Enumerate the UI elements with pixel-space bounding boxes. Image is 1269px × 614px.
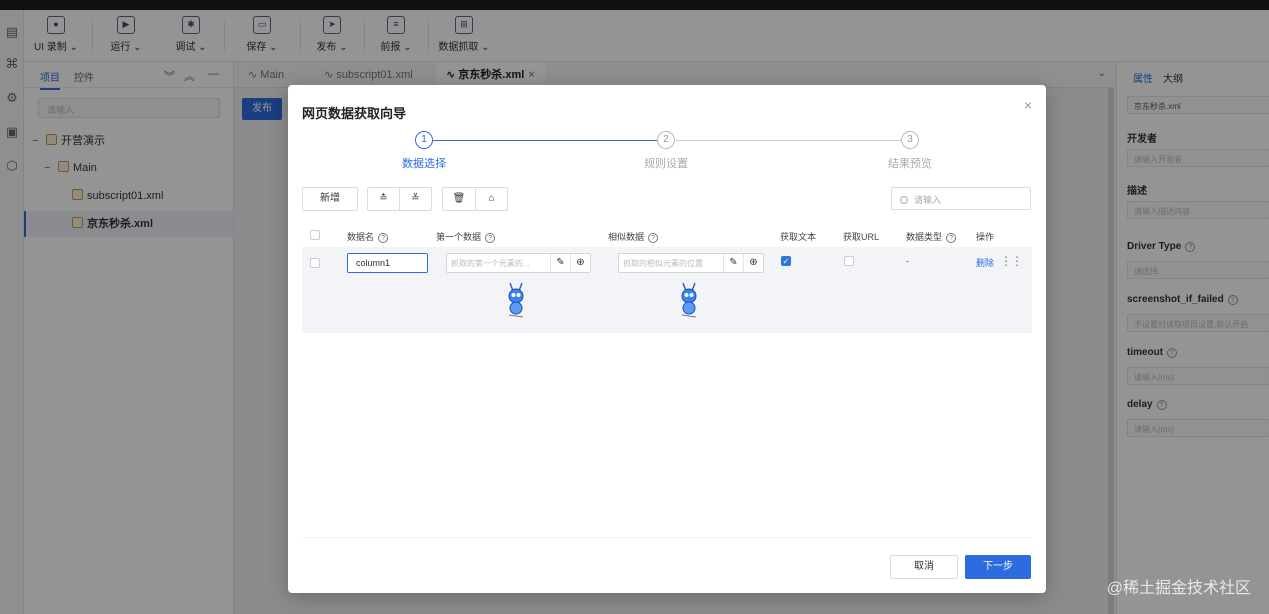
- help-icon: ?: [485, 233, 496, 243]
- help-icon: ?: [946, 233, 957, 243]
- data-name-input[interactable]: column1: [347, 253, 428, 273]
- delete-row-link[interactable]: 删除: [976, 256, 994, 269]
- step-connector: [676, 140, 902, 141]
- help-icon: ?: [378, 233, 389, 243]
- column-header-actions: 操作: [976, 232, 995, 242]
- help-icon: ?: [648, 233, 659, 243]
- step-rule-settings: 2 规则设置: [630, 131, 702, 171]
- next-step-button[interactable]: 下一步: [965, 555, 1031, 579]
- grid-header: 数据名? 第一个数据? 相似数据? 获取文本 获取URL 数据类型? 操作: [302, 225, 1032, 247]
- ant-robot-icon: [681, 282, 697, 318]
- row-checkbox[interactable]: [310, 258, 320, 268]
- get-text-checkbox[interactable]: ✓: [781, 256, 791, 266]
- column-header-get-text: 获取文本: [780, 232, 817, 242]
- dialog-search-input[interactable]: 请输入: [891, 187, 1031, 210]
- column-header-first-data: 第一个数据?: [436, 230, 496, 243]
- data-scrape-wizard-dialog: 网页数据获取向导 × 1 数据选择 2 规则设置 3 结果预览 新增 ≛ ≚ 🗑…: [288, 85, 1046, 593]
- similar-data-selector[interactable]: 抓取的相似元素的位置 ✎ ⊕: [618, 253, 764, 273]
- step-connector: [433, 140, 658, 141]
- target-picker-icon[interactable]: ⊕: [743, 254, 763, 272]
- first-data-selector[interactable]: 抓取的第一个元素的... ✎ ⊕: [446, 253, 591, 273]
- clear-icon[interactable]: ⌂: [475, 187, 508, 211]
- move-down-icon[interactable]: ≚: [399, 187, 432, 211]
- delete-icon[interactable]: 🗑: [442, 187, 475, 211]
- column-header-name: 数据名?: [347, 230, 389, 243]
- search-icon: [900, 196, 908, 204]
- footer-divider: [302, 537, 1032, 538]
- cancel-button[interactable]: 取消: [890, 555, 958, 579]
- move-up-icon[interactable]: ≛: [367, 187, 399, 211]
- watermark: @稀土掘金技术社区: [1106, 580, 1251, 597]
- get-url-checkbox[interactable]: [844, 256, 854, 266]
- target-picker-icon[interactable]: ⊕: [570, 254, 590, 272]
- ant-robot-icon: [508, 282, 524, 318]
- column-header-get-url: 获取URL: [843, 232, 880, 242]
- select-all-checkbox[interactable]: [310, 230, 320, 240]
- add-row-button[interactable]: 新增: [302, 187, 358, 211]
- data-type-value[interactable]: -: [906, 256, 909, 266]
- edit-icon[interactable]: ✎: [550, 254, 570, 272]
- step-data-selection: 1 数据选择: [388, 131, 460, 171]
- dialog-title: 网页数据获取向导: [302, 106, 407, 121]
- step-result-preview: 3 结果预览: [874, 131, 946, 171]
- edit-icon[interactable]: ✎: [723, 254, 743, 272]
- table-row: column1 抓取的第一个元素的... ✎ ⊕ 抓取的相似元素的位置 ✎ ⊕: [302, 247, 1032, 333]
- column-header-data-type: 数据类型?: [906, 230, 957, 243]
- close-icon[interactable]: ×: [1024, 97, 1032, 113]
- column-header-similar-data: 相似数据?: [608, 230, 659, 243]
- drag-handle-icon[interactable]: ⋮⋮: [1000, 254, 1023, 268]
